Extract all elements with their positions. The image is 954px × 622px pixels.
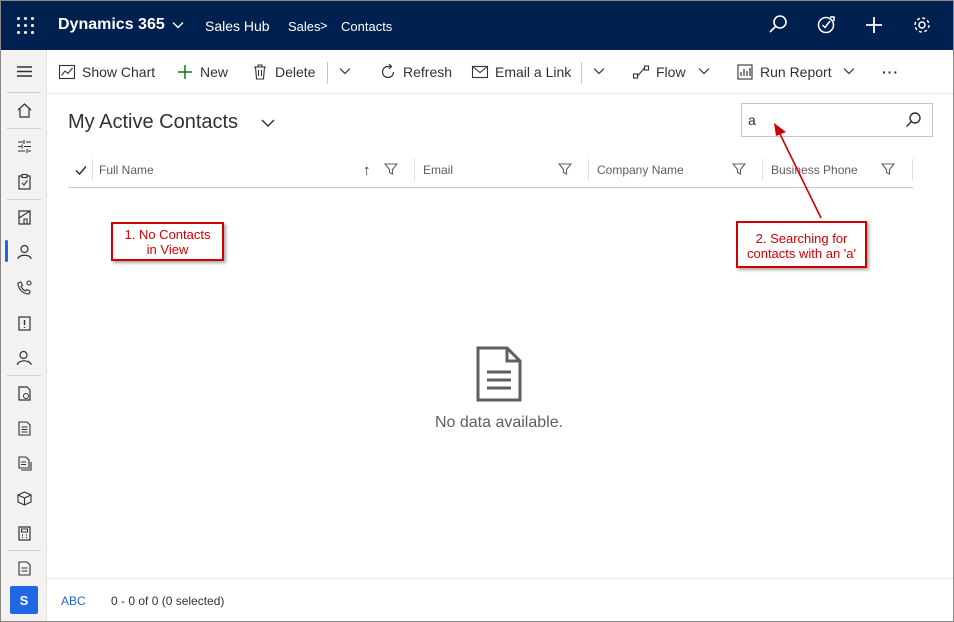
column-email[interactable]: Email (423, 153, 453, 187)
document-stack-icon (17, 455, 32, 471)
record-count: 0 - 0 of 0 (0 selected) (111, 594, 225, 608)
nav-competitors[interactable] (1, 551, 47, 585)
command-bar: Show Chart New Delete Refresh Email a Li… (47, 50, 953, 94)
chevron-down-icon[interactable] (171, 18, 185, 32)
home-icon (17, 102, 31, 118)
run-report-chevron-icon[interactable] (842, 64, 856, 78)
plus-icon[interactable] (862, 13, 886, 37)
refresh-button[interactable]: Refresh (379, 62, 452, 82)
delete-button[interactable]: Delete (251, 62, 315, 82)
nav-accounts[interactable] (1, 200, 47, 234)
run-report-button[interactable]: Run Report (736, 62, 832, 82)
column-full-name[interactable]: Full Name (99, 153, 154, 187)
nav-leads[interactable] (1, 340, 47, 374)
app-name[interactable]: Sales Hub (205, 18, 270, 34)
nav-products[interactable] (1, 481, 47, 515)
app-launcher-icon[interactable] (15, 15, 35, 35)
column-company-name[interactable]: Company Name (597, 153, 684, 187)
email-link-button[interactable]: Email a Link (471, 62, 571, 82)
view-title[interactable]: My Active Contacts (68, 111, 238, 134)
nav-home[interactable] (1, 93, 47, 127)
alert-document-icon (17, 315, 31, 331)
nav-recent[interactable] (1, 129, 47, 163)
search-icon[interactable] (904, 111, 922, 129)
empty-state-text: No data available. (434, 414, 564, 431)
box-icon (16, 490, 32, 506)
user-avatar[interactable]: S (10, 586, 38, 614)
brand-title[interactable]: Dynamics 365 (58, 16, 165, 34)
select-all-checkmark-icon[interactable] (74, 163, 88, 177)
trash-icon (254, 64, 266, 80)
nav-activities[interactable] (1, 270, 47, 304)
refresh-icon (381, 63, 395, 79)
sort-ascending-icon[interactable]: ↑ (363, 153, 371, 187)
breadcrumb-separator: > (320, 18, 328, 33)
grid-footer: ABC 0 - 0 of 0 (0 selected) (47, 578, 953, 621)
filter-icon[interactable] (732, 162, 746, 176)
empty-document-icon (476, 346, 522, 402)
report-icon (737, 64, 753, 80)
phone-gear-icon (16, 279, 32, 295)
annotation-arrow (774, 123, 822, 219)
nav-orders[interactable] (1, 446, 47, 480)
chart-icon (58, 64, 76, 80)
plus-icon (178, 65, 192, 79)
clipboard-icon (17, 173, 31, 190)
show-chart-button[interactable]: Show Chart (58, 62, 155, 82)
annotation-no-contacts: 1. No Contacts in View (111, 222, 224, 261)
nav-menu-toggle[interactable] (1, 54, 47, 88)
flow-icon (632, 65, 650, 79)
breadcrumb-contacts[interactable]: Contacts (341, 19, 392, 34)
breadcrumb-sales[interactable]: Sales (288, 19, 321, 34)
nav-invoices[interactable] (1, 516, 47, 550)
view-selector-chevron-icon[interactable] (259, 114, 277, 132)
search-icon[interactable] (766, 13, 790, 37)
document-clock-icon (17, 385, 31, 401)
document-swap-icon (17, 560, 31, 576)
recent-icon (17, 139, 31, 153)
left-nav: S (1, 50, 47, 621)
more-commands-chevron-icon[interactable] (338, 64, 352, 78)
task-check-icon[interactable] (814, 13, 838, 37)
nav-opportunities[interactable] (1, 376, 47, 410)
hamburger-icon (16, 65, 32, 77)
person-icon (16, 244, 32, 259)
nav-contacts[interactable] (1, 234, 47, 268)
nav-alerts[interactable] (1, 306, 47, 340)
more-options-button[interactable]: ··· (882, 62, 899, 82)
filter-icon[interactable] (881, 162, 895, 176)
nav-pinned[interactable] (1, 164, 47, 198)
new-button[interactable]: New (176, 62, 228, 82)
top-bar: Dynamics 365 Sales Hub Sales > Contacts (1, 1, 953, 50)
building-icon (17, 209, 31, 225)
annotation-searching: 2. Searching for contacts with an 'a' (736, 221, 867, 268)
alpha-jump-bar[interactable]: ABC (61, 594, 86, 608)
filter-icon[interactable] (558, 162, 572, 176)
flow-chevron-icon[interactable] (697, 64, 711, 78)
settings-gear-icon[interactable] (910, 13, 934, 37)
calculator-icon (17, 525, 31, 541)
flow-button[interactable]: Flow (632, 62, 686, 82)
filter-icon[interactable] (384, 162, 398, 176)
more-commands-chevron-icon[interactable] (592, 64, 606, 78)
app-window: Dynamics 365 Sales Hub Sales > Contacts (0, 0, 954, 622)
email-link-icon (471, 65, 489, 79)
person-search-icon (16, 350, 32, 365)
